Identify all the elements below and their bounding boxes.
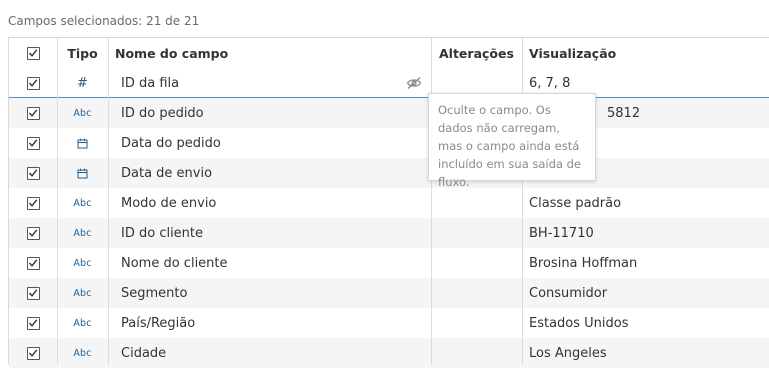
row-checkbox[interactable] (26, 196, 40, 210)
column-divider (57, 38, 58, 365)
row-checkbox-cell (9, 98, 57, 128)
field-name[interactable]: País/Região (121, 308, 431, 338)
checkmark-icon (28, 289, 38, 297)
field-name[interactable]: Nome do cliente (121, 248, 431, 278)
string-type-icon[interactable]: Abc (57, 218, 108, 248)
string-type-icon[interactable]: Abc (57, 188, 108, 218)
table-row[interactable]: Data de envio (9, 158, 769, 188)
field-changes (439, 308, 525, 338)
string-type-icon[interactable]: Abc (57, 98, 108, 128)
table-row[interactable]: Abc Segmento Consumidor (9, 278, 769, 308)
table-row[interactable]: Abc Nome do cliente Brosina Hoffman (9, 248, 769, 278)
row-checkbox[interactable] (26, 136, 40, 150)
row-checkbox-cell (9, 308, 57, 338)
checkmark-icon (28, 139, 38, 147)
field-name[interactable]: Cidade (121, 338, 431, 368)
field-changes (439, 338, 525, 368)
type-label: Abc (73, 317, 92, 329)
row-checkbox[interactable] (26, 76, 40, 90)
type-label: Abc (73, 287, 92, 299)
row-checkbox[interactable] (26, 256, 40, 270)
calendar-icon[interactable] (57, 128, 108, 158)
field-preview: Classe padrão (529, 195, 622, 211)
table-row[interactable]: Abc Cidade Los Angeles (9, 338, 769, 368)
select-all-checkbox[interactable] (26, 46, 40, 60)
number-type-icon[interactable]: # (57, 68, 108, 98)
column-divider (522, 38, 523, 365)
checkmark-icon (28, 169, 38, 177)
table-row[interactable]: Data do pedido (9, 128, 769, 158)
string-type-icon[interactable]: Abc (57, 308, 108, 338)
hide-field-tooltip: Oculte o campo. Os dados não carregam, m… (428, 93, 596, 189)
checkmark-icon (28, 79, 38, 87)
column-divider (108, 38, 109, 365)
column-header-changes[interactable]: Alterações (439, 38, 525, 68)
row-checkbox-cell (9, 158, 57, 188)
string-type-icon[interactable]: Abc (57, 248, 108, 278)
type-label: Abc (73, 347, 92, 359)
checkmark-icon (28, 49, 38, 57)
type-label: Abc (73, 227, 92, 239)
row-checkbox-cell (9, 338, 57, 368)
field-name[interactable]: Data do pedido (121, 128, 431, 158)
field-changes (439, 188, 525, 218)
table-row[interactable]: Abc Modo de envio Classe padrão (9, 188, 769, 218)
field-name[interactable]: Data de envio (121, 158, 431, 188)
field-preview: BH-11710 (529, 225, 594, 241)
field-name[interactable]: Segmento (121, 278, 431, 308)
field-preview: Consumidor (529, 285, 608, 301)
field-preview: Brosina Hoffman (529, 255, 638, 271)
row-checkbox[interactable] (26, 106, 40, 120)
column-divider (431, 38, 432, 365)
checkmark-icon (28, 229, 38, 237)
field-changes (439, 278, 525, 308)
row-checkbox-cell (9, 278, 57, 308)
row-checkbox-cell (9, 248, 57, 278)
field-name[interactable]: Modo de envio (121, 188, 431, 218)
field-name[interactable]: ID da fila (121, 68, 431, 98)
field-name[interactable]: ID do pedido (121, 98, 431, 128)
fields-table: Tipo Nome do campo Alterações Visualizaç… (8, 37, 769, 368)
type-label: Abc (73, 257, 92, 269)
row-checkbox-cell (9, 218, 57, 248)
type-label: Abc (73, 107, 92, 119)
string-type-icon[interactable]: Abc (57, 338, 108, 368)
table-row[interactable]: Abc ID do pedido 5812 (9, 98, 769, 128)
calendar-icon[interactable] (57, 158, 108, 188)
field-preview: Estados Unidos (529, 315, 629, 331)
table-row[interactable]: Abc País/Região Estados Unidos (9, 308, 769, 338)
row-checkbox[interactable] (26, 166, 40, 180)
column-header-name[interactable]: Nome do campo (115, 38, 425, 68)
field-preview: 5812 (607, 105, 641, 121)
field-preview: Los Angeles (529, 345, 607, 361)
column-header-preview[interactable]: Visualização (529, 38, 769, 68)
string-type-icon[interactable]: Abc (57, 278, 108, 308)
checkmark-icon (28, 319, 38, 327)
row-checkbox-cell (9, 128, 57, 158)
row-checkbox-cell (9, 68, 57, 98)
column-header-type[interactable]: Tipo (57, 38, 108, 68)
checkmark-icon (28, 199, 38, 207)
row-checkbox[interactable] (26, 226, 40, 240)
field-changes (439, 218, 525, 248)
fields-selected-summary: Campos selecionados: 21 de 21 (8, 14, 200, 28)
checkmark-icon (28, 349, 38, 357)
row-checkbox[interactable] (26, 316, 40, 330)
select-all-cell (9, 38, 57, 68)
table-row[interactable]: # ID da fila 6, 7, 8 (9, 68, 769, 99)
checkmark-icon (28, 109, 38, 117)
type-label: # (77, 75, 88, 91)
checkmark-icon (28, 259, 38, 267)
field-changes (439, 248, 525, 278)
row-checkbox-cell (9, 188, 57, 218)
table-row[interactable]: Abc ID do cliente BH-11710 (9, 218, 769, 248)
row-checkbox[interactable] (26, 286, 40, 300)
hide-field-icon[interactable] (406, 75, 422, 94)
field-name[interactable]: ID do cliente (121, 218, 431, 248)
table-header: Tipo Nome do campo Alterações Visualizaç… (9, 38, 769, 69)
row-checkbox[interactable] (26, 346, 40, 360)
type-label: Abc (73, 197, 92, 209)
